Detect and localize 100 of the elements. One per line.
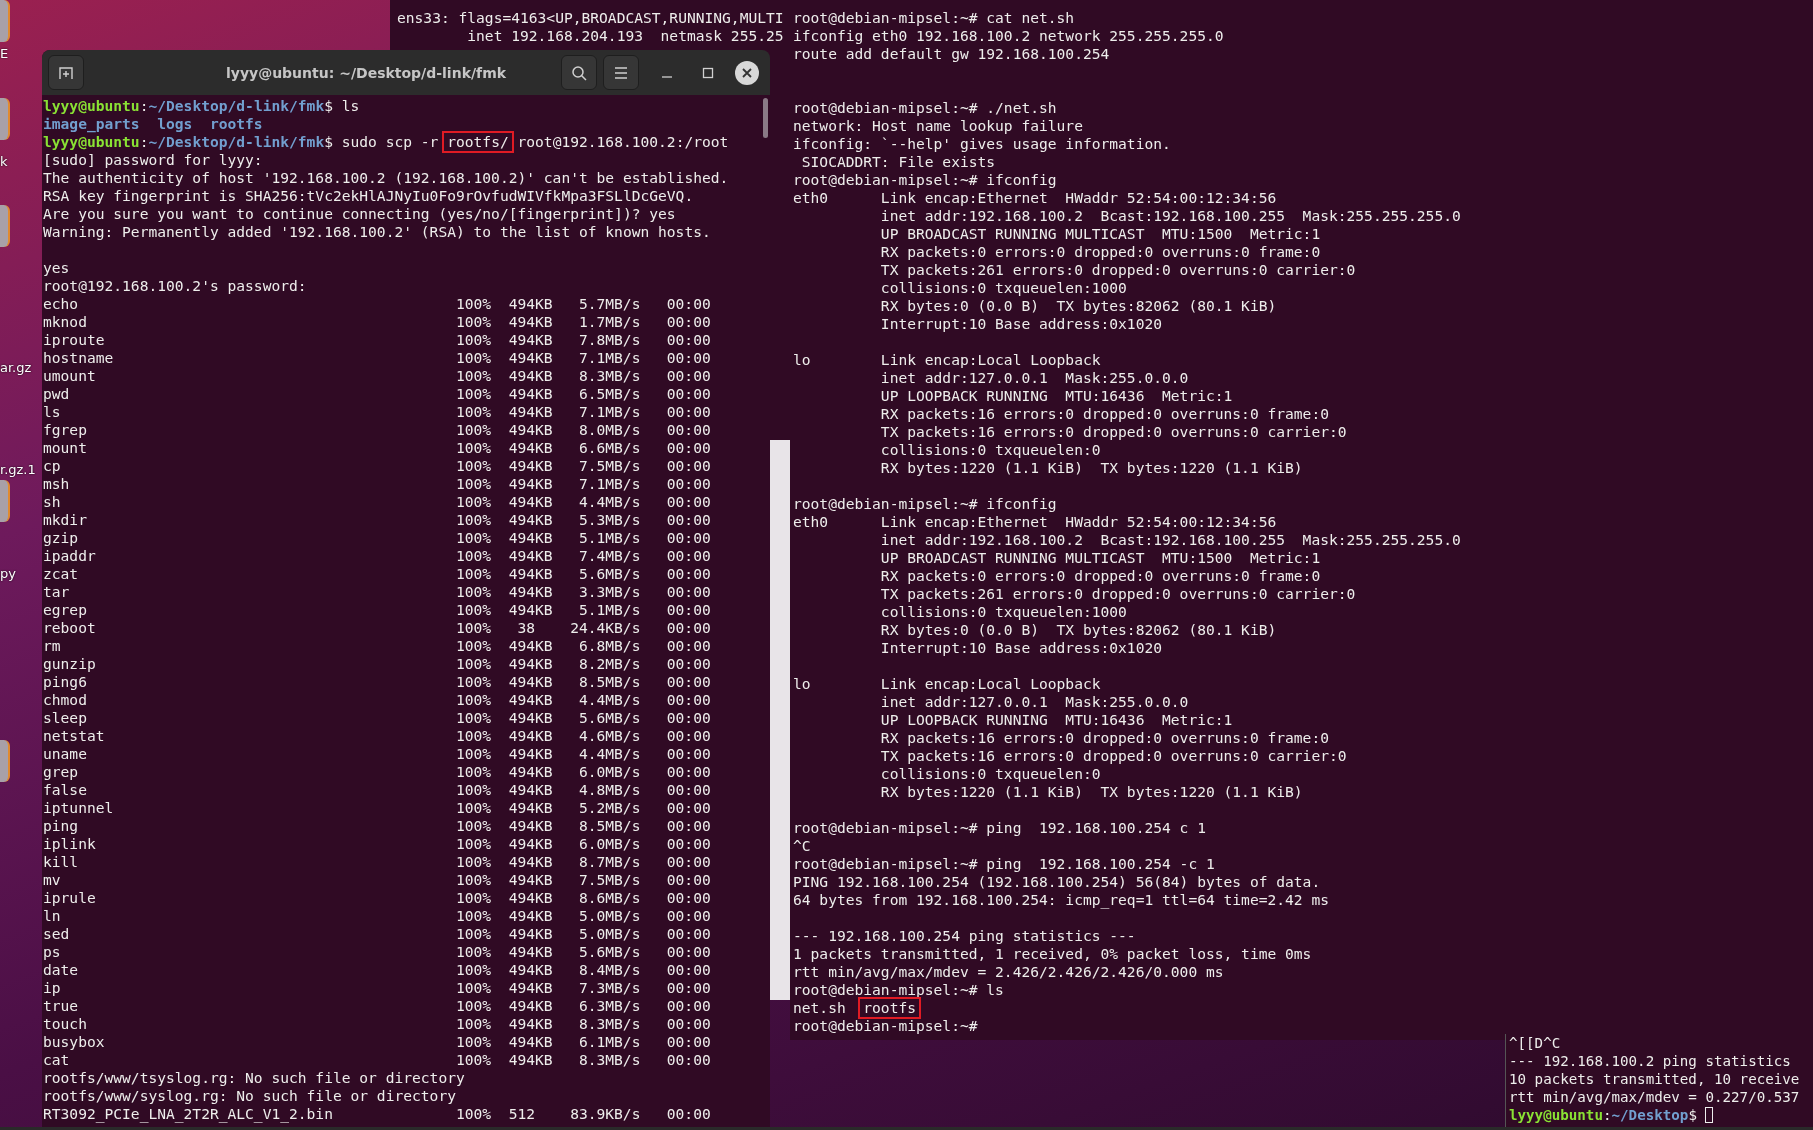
terminal-line: Interrupt:10 Base address:0x1020 [879,639,1163,657]
terminal-line: inet 192.168.204.193 netmask 255.25 [466,27,784,45]
transfer-size: 494KB [507,349,553,367]
file-name: uname [43,745,88,763]
transfer-size: 494KB [507,547,553,565]
transfer-time: 00:00 [665,745,711,763]
transfer-percent: 100% [455,475,492,493]
terminal-line: 10 packets transmitted, 10 receive [1509,1070,1800,1088]
transfer-percent: 100% [455,1015,492,1033]
transfer-rate: 5.1MB/s [577,601,641,619]
transfer-percent: 100% [455,907,492,925]
file-name: iproute [43,331,106,349]
terminal-line: --- 192.168.100.2 ping statistics [1509,1052,1791,1070]
transfer-percent: 100% [455,529,492,547]
terminal-line: ifconfig eth0 192.168.100.2 network 255.255.255.0 [793,27,1224,45]
terminal-line: ^[[D^C [1509,1034,1561,1052]
transfer-size: 494KB [507,1051,553,1069]
file-name: rm [43,637,62,655]
transfer-percent: 100% [455,421,492,439]
transfer-time: 00:00 [665,493,711,511]
file-label[interactable]: ar.gz [0,360,32,375]
transfer-size: 494KB [507,799,553,817]
transfer-size: 494KB [507,583,553,601]
terminal-line: collisions:0 txqueuelen:1000 [879,279,1127,297]
file-name: reboot [43,619,97,637]
file-name: true [43,997,80,1015]
terminal-line: rtt min/avg/max/mdev = 0.227/0.537 [1509,1088,1800,1106]
terminal-line: Are you sure you want to continue connecting (yes/no/[fingerprint])? yes [43,205,676,223]
transfer-rate: 6.6MB/s [577,439,641,457]
file-name: netstat [43,727,106,745]
terminal-line: TX packets:261 errors:0 dropped:0 overruns:0 carrier:0 [879,261,1356,279]
transfer-percent: 100% [455,781,492,799]
terminal-line: UP BROADCAST RUNNING MULTICAST MTU:1500 Metric:1 [879,549,1321,567]
transfer-percent: 100% [455,493,492,511]
terminal-line: TX packets:16 errors:0 dropped:0 overruns:0 carrier:0 [879,747,1347,765]
command-text: : [139,133,149,151]
close-icon[interactable] [735,61,759,85]
menu-icon [613,65,629,80]
terminal-line: root@debian-mipsel:~# ifconfig [793,171,1057,189]
file-name: ipaddr [43,547,97,565]
transfer-time: 00:00 [665,871,711,889]
terminal-line: The authenticity of host '192.168.100.2 (192.168.100.2)' can't be established. [43,169,729,187]
transfer-rate: 5.0MB/s [577,925,641,943]
transfer-size: 494KB [507,295,553,313]
file-name: cp [43,457,62,475]
file-name: RT3092_PCIe_LNA_2T2R_ALC_V1_2.bin [43,1105,334,1123]
transfer-size: 494KB [507,925,553,943]
terminal-line: yes [43,259,70,277]
terminal-line: route add default gw 192.168.100.254 [793,45,1110,63]
transfer-size: 494KB [507,691,553,709]
file-name: ls [43,403,62,421]
transfer-time: 00:00 [665,457,711,475]
terminal-line: inet addr:127.0.0.1 Mask:255.0.0.0 [879,369,1189,387]
search-button[interactable] [561,55,597,90]
file-label[interactable]: k [0,154,8,169]
file-label[interactable]: r.gz.1 [0,462,36,477]
transfer-size: 494KB [507,529,553,547]
terminal-line: --- 192.168.100.254 ping statistics --- [793,927,1136,945]
transfer-percent: 100% [455,925,492,943]
transfer-size: 494KB [507,835,553,853]
transfer-size: 38 [516,619,536,637]
transfer-rate: 8.0MB/s [577,421,641,439]
transfer-time: 00:00 [665,583,711,601]
transfer-rate: 5.6MB/s [577,709,641,727]
transfer-size: 494KB [507,439,553,457]
transfer-rate: 5.7MB/s [577,295,641,313]
transfer-time: 00:00 [665,295,711,313]
terminal-line: TX packets:261 errors:0 dropped:0 overruns:0 carrier:0 [879,585,1356,603]
file-name: iptunnel [43,799,115,817]
transfer-size: 494KB [507,673,553,691]
transfer-percent: 100% [455,619,492,637]
transfer-percent: 100% [455,583,492,601]
transfer-size: 494KB [507,367,553,385]
transfer-percent: 100% [455,763,492,781]
transfer-size: 494KB [507,457,553,475]
new-tab-button[interactable] [48,55,84,90]
transfer-percent: 100% [455,871,492,889]
transfer-size: 494KB [507,565,553,583]
terminal-line: UP LOOPBACK RUNNING MTU:16436 Metric:1 [879,387,1233,405]
terminal-line: Warning: Permanently added '192.168.100.2' (RSA) to the list of known hosts. [43,223,711,241]
terminal-line: 64 bytes from 192.168.100.254: icmp_req=1 ttl=64 time=2.42 ms [793,891,1329,909]
transfer-percent: 100% [455,745,492,763]
transfer-time: 00:00 [665,475,711,493]
transfer-time: 00:00 [665,925,711,943]
file-name: sh [43,493,62,511]
file-label[interactable]: py [0,566,16,581]
file-name: hostname [43,349,115,367]
transfer-rate: 8.7MB/s [577,853,641,871]
file-label[interactable]: E [0,46,9,61]
scrollbar-thumb[interactable] [763,98,768,138]
terminal-line: ^C [793,837,811,855]
transfer-time: 00:00 [665,529,711,547]
transfer-time: 00:00 [665,385,711,403]
file-name: busybox [43,1033,106,1051]
maximize-icon[interactable] [702,67,714,79]
transfer-rate: 6.1MB/s [577,1033,641,1051]
transfer-size: 494KB [507,943,553,961]
menu-button[interactable] [603,55,639,90]
file-name: echo [43,295,80,313]
terminal-line: root@debian-mipsel:~# ./net.sh [793,99,1057,117]
